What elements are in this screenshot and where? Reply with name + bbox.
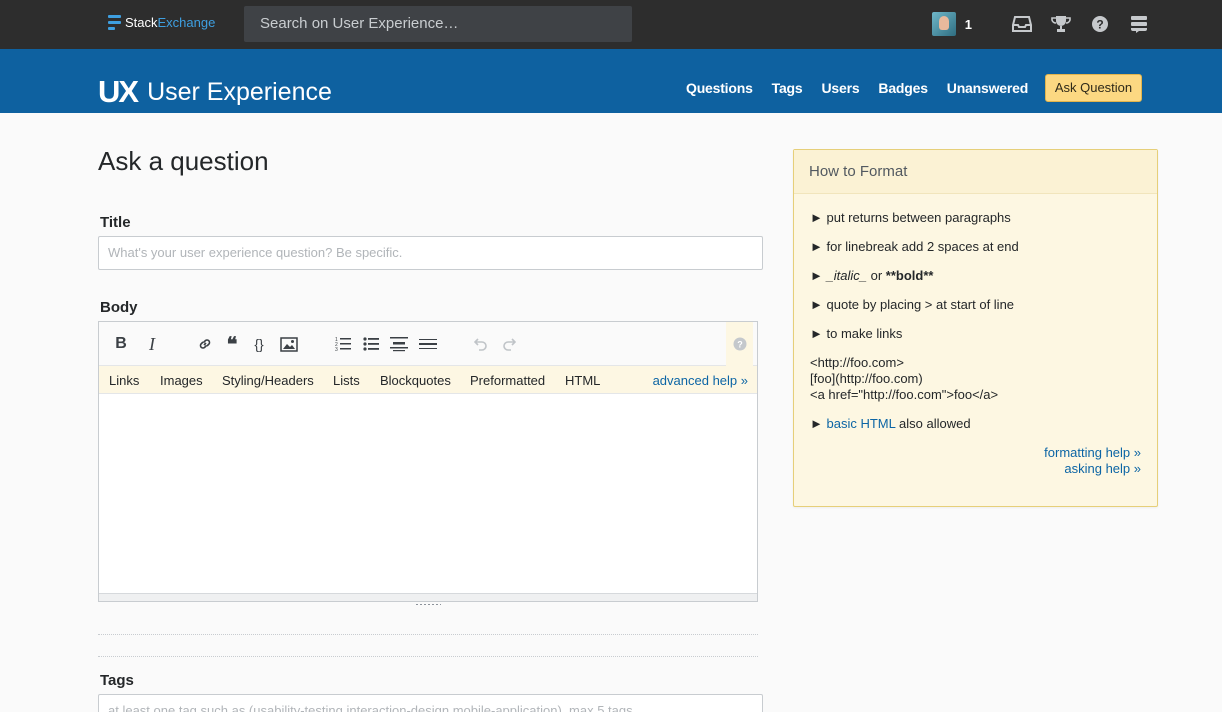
svg-text:?: ?	[737, 340, 743, 350]
nav-badges[interactable]: Badges	[878, 80, 928, 96]
stackexchange-mark-icon	[108, 15, 121, 30]
top-bar-icons: 1 ?	[931, 12, 1150, 36]
bullet-arrow-icon: ►	[810, 326, 823, 341]
code-icon[interactable]: {}	[249, 334, 269, 354]
formatting-help-link[interactable]: formatting help »	[1044, 445, 1141, 460]
how-to-format-panel: How to Format ► put returns between para…	[793, 149, 1158, 507]
tip-text: quote by placing > at start of line	[826, 297, 1015, 312]
undo-icon[interactable]	[471, 334, 491, 354]
nav-questions[interactable]: Questions	[686, 80, 753, 96]
bullet-arrow-icon: ►	[810, 297, 823, 312]
logo-stack-text: Stack	[125, 15, 158, 30]
italic-example: _italic_	[826, 268, 867, 283]
how-to-format-title: How to Format	[794, 150, 1157, 194]
tip-text: or	[870, 268, 883, 283]
asking-help-link[interactable]: asking help »	[1064, 461, 1141, 476]
link-example: <http://foo.com>	[810, 355, 904, 370]
help-tab-lists[interactable]: Lists	[333, 373, 360, 388]
tags-input[interactable]: at least one tag such as (usability-test…	[98, 694, 763, 712]
top-bar: Stack Exchange Search on User Experience……	[0, 0, 1222, 49]
body-editor: B I ❝ {} 123 ? Links Images Styling/Head…	[98, 321, 758, 607]
image-icon[interactable]	[279, 334, 299, 354]
tip-text: put returns between paragraphs	[826, 210, 1011, 225]
inbox-icon[interactable]	[1011, 13, 1033, 35]
tip-basic-html: ► basic HTML also allowed	[810, 416, 971, 431]
search-input[interactable]: Search on User Experience…	[244, 6, 632, 42]
italic-icon[interactable]: I	[142, 334, 162, 354]
tip-links: ► to make links	[810, 326, 902, 341]
help-tab-styling-headers[interactable]: Styling/Headers	[222, 373, 314, 388]
basic-html-link[interactable]: basic HTML	[827, 416, 896, 431]
advanced-help-link[interactable]: advanced help »	[653, 373, 748, 388]
avatar[interactable]	[931, 12, 956, 36]
bold-icon[interactable]: B	[111, 334, 131, 354]
tip-text: also allowed	[899, 416, 971, 431]
bulleted-list-icon[interactable]	[361, 334, 381, 354]
main-nav: Questions Tags Users Badges Unanswered	[686, 80, 1047, 96]
tip-paragraphs: ► put returns between paragraphs	[810, 210, 1011, 225]
help-icon[interactable]: ?	[1089, 13, 1111, 35]
ux-logo-mark: UX	[98, 74, 139, 109]
title-label: Title	[100, 214, 131, 231]
help-toggle[interactable]: ?	[726, 322, 753, 366]
svg-text:3: 3	[335, 347, 338, 352]
link-example: [foo](http://foo.com)	[810, 371, 923, 386]
stackexchange-logo[interactable]: Stack Exchange	[108, 15, 215, 30]
redo-icon[interactable]	[499, 334, 519, 354]
page-title: Ask a question	[98, 146, 269, 176]
bullet-arrow-icon: ►	[810, 416, 823, 431]
editor-help-tabs: Links Images Styling/Headers Lists Block…	[99, 366, 757, 394]
divider	[98, 656, 758, 657]
bullet-arrow-icon: ►	[810, 239, 823, 254]
heading-icon[interactable]	[389, 334, 409, 354]
body-label: Body	[100, 299, 138, 316]
link-icon[interactable]	[195, 334, 215, 354]
reputation-count[interactable]: 1	[965, 17, 972, 32]
help-tab-html[interactable]: HTML	[565, 373, 600, 388]
editor-toolbar: B I ❝ {} 123 ?	[99, 322, 757, 366]
achievements-trophy-icon[interactable]	[1050, 13, 1072, 35]
ask-question-button[interactable]: Ask Question	[1045, 74, 1142, 102]
help-circle-icon: ?	[733, 337, 747, 351]
numbered-list-icon[interactable]: 123	[333, 334, 353, 354]
svg-text:?: ?	[1096, 18, 1103, 32]
tip-text: for linebreak add 2 spaces at end	[826, 239, 1019, 254]
bullet-arrow-icon: ►	[810, 210, 823, 225]
tags-label: Tags	[100, 672, 134, 689]
help-tab-blockquotes[interactable]: Blockquotes	[380, 373, 451, 388]
nav-users[interactable]: Users	[822, 80, 860, 96]
link-example: <a href="http://foo.com">foo</a>	[810, 387, 999, 402]
title-input[interactable]: What's your user experience question? Be…	[98, 236, 763, 270]
bold-example: **bold**	[885, 268, 934, 283]
editor-resize-grip[interactable]	[99, 593, 757, 607]
bullet-arrow-icon: ►	[810, 268, 823, 283]
tip-italic-bold: ► _italic_ or **bold**	[810, 268, 933, 283]
help-tab-preformatted[interactable]: Preformatted	[470, 373, 545, 388]
blockquote-icon[interactable]: ❝	[222, 334, 242, 356]
logo-exchange-text: Exchange	[157, 15, 216, 30]
help-tab-images[interactable]: Images	[160, 373, 203, 388]
divider	[98, 634, 758, 635]
tip-text: to make links	[826, 326, 903, 341]
nav-tags[interactable]: Tags	[772, 80, 803, 96]
tip-linebreak: ► for linebreak add 2 spaces at end	[810, 239, 1019, 254]
grip-dots-icon	[415, 603, 441, 607]
nav-unanswered[interactable]: Unanswered	[947, 80, 1028, 96]
site-name: User Experience	[147, 77, 332, 106]
body-textarea[interactable]	[99, 394, 757, 592]
site-switcher-icon[interactable]	[1128, 13, 1150, 35]
site-logo[interactable]: UX User Experience	[98, 74, 332, 110]
help-tab-links[interactable]: Links	[109, 373, 139, 388]
tip-quote: ► quote by placing > at start of line	[810, 297, 1014, 312]
horizontal-rule-icon[interactable]	[418, 334, 438, 354]
